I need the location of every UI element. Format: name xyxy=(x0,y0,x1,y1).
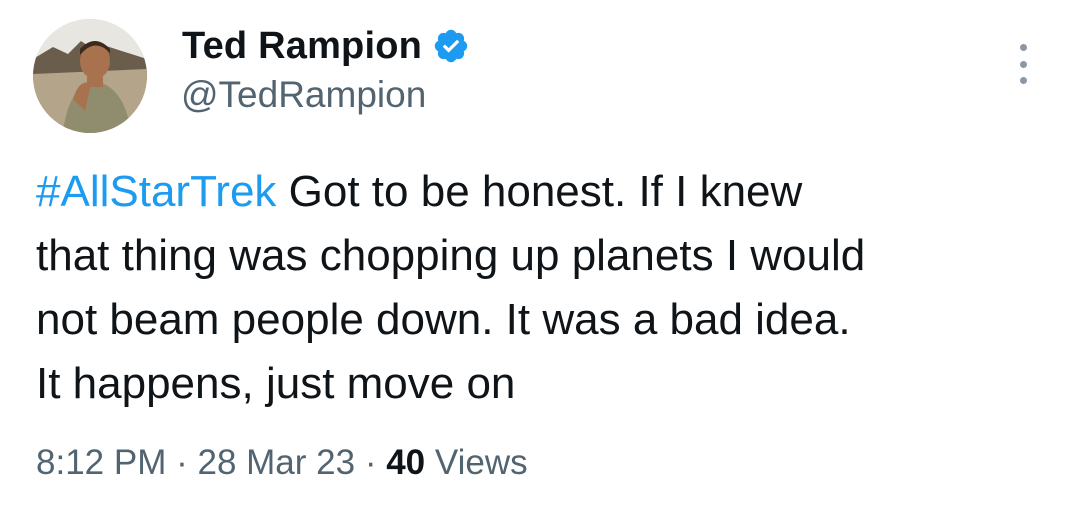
tweet-text-line-4: It happens, just move on xyxy=(36,359,516,408)
tweet-time[interactable]: 8:12 PM xyxy=(36,443,166,482)
hashtag-link[interactable]: #AllStarTrek xyxy=(36,167,276,216)
views-count[interactable]: 40 xyxy=(386,443,425,482)
author-handle[interactable]: @TedRampion xyxy=(181,74,426,116)
more-dot xyxy=(1019,44,1027,51)
more-dot xyxy=(1019,60,1027,68)
views-label[interactable]: Views xyxy=(435,443,528,482)
tweet-text: #AllStarTrek Got to be honest. If I knew… xyxy=(36,160,1056,416)
more-dot xyxy=(1019,77,1027,84)
avatar-photo xyxy=(33,19,147,133)
more-options-icon[interactable] xyxy=(1010,44,1036,84)
tweet-meta: 8:12 PM · 28 Mar 23 · 40 Views xyxy=(36,443,528,483)
author-display-name[interactable]: Ted Rampion xyxy=(182,25,422,68)
tweet-date[interactable]: 28 Mar 23 xyxy=(197,443,355,482)
tweet-text-line-1: #AllStarTrek Got to be honest. If I knew xyxy=(36,160,1056,224)
verified-badge-icon xyxy=(432,27,470,65)
author-name-row: Ted Rampion xyxy=(182,22,470,70)
avatar[interactable] xyxy=(33,19,147,133)
tweet-text-line-2: that thing was chopping up planets I wou… xyxy=(36,231,866,280)
tweet-text-line-3: not beam people down. It was a bad idea. xyxy=(36,295,851,344)
tweet-card: Ted Rampion @TedRampion #AllStarTrek Got… xyxy=(0,0,1080,523)
meta-separator: · xyxy=(176,443,188,482)
tweet-text-segment: Got to be honest. If I knew xyxy=(276,167,803,216)
meta-separator: · xyxy=(364,443,377,482)
